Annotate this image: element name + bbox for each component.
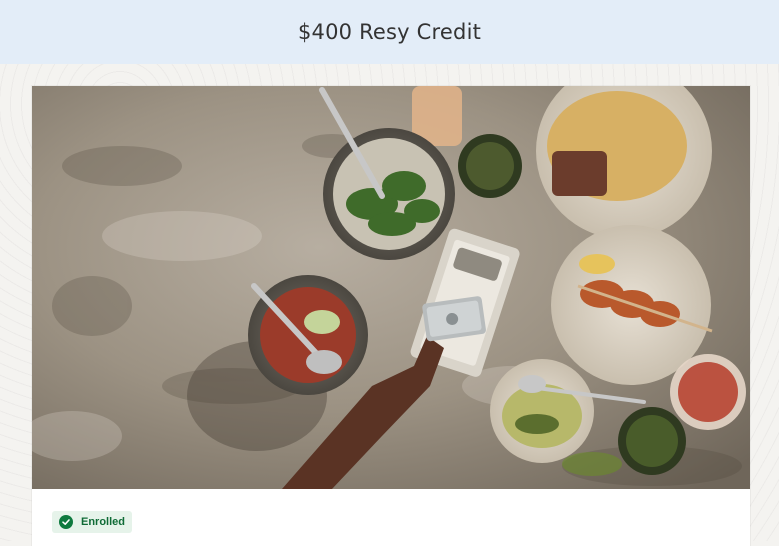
page-header: $400 Resy Credit xyxy=(0,0,779,65)
status-label: Enrolled xyxy=(81,516,126,528)
hero-image xyxy=(32,86,750,489)
status-badge: Enrolled xyxy=(52,511,133,533)
checkmark-glyph xyxy=(62,519,70,525)
benefit-card: Enrolled xyxy=(32,86,750,546)
page-title: $400 Resy Credit xyxy=(297,20,482,44)
check-circle-icon xyxy=(59,515,73,529)
dining-table-illustration xyxy=(32,86,750,489)
